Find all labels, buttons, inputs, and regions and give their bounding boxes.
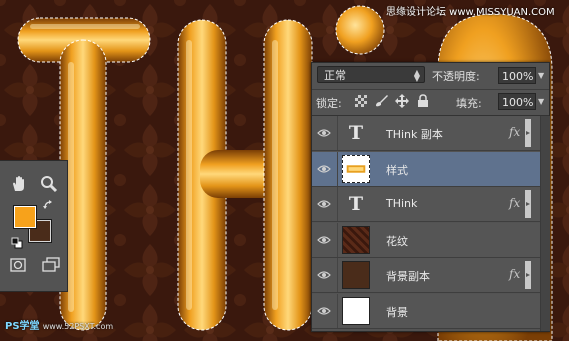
blend-opacity-row: 正常 ▲ ▼ 不透明度: 100% ▼: [312, 63, 549, 90]
layer-row[interactable]: 背景副本 fx: [312, 258, 540, 293]
divider: [337, 293, 338, 328]
layer-name[interactable]: THink: [386, 197, 417, 210]
screen-mode-icon[interactable]: [42, 257, 60, 273]
divider: [337, 187, 338, 221]
layer-name[interactable]: 花纹: [386, 233, 408, 249]
swap-colors-icon[interactable]: [43, 199, 55, 211]
lock-move-icon[interactable]: [395, 94, 409, 108]
opacity-input[interactable]: 100%: [498, 67, 536, 84]
effects-expand-icon[interactable]: [524, 119, 532, 147]
watermark-site-label: www.52PSXT.com: [42, 322, 114, 331]
eye-visibility-icon[interactable]: [317, 197, 331, 211]
text-layer-icon[interactable]: T: [342, 119, 370, 147]
layer-row[interactable]: T THink 副本 fx: [312, 116, 540, 151]
layer-thumbnail-pattern[interactable]: [342, 225, 370, 254]
layer-row[interactable]: 背景: [312, 293, 540, 329]
layer-row[interactable]: 样式: [312, 151, 540, 187]
fx-effects-icon[interactable]: fx: [509, 196, 520, 210]
opacity-dropdown-icon[interactable]: ▼: [538, 67, 547, 84]
layers-panel: 正常 ▲ ▼ 不透明度: 100% ▼ 锁定: 填充: 100% ▼ T THi…: [311, 62, 550, 332]
fill-input[interactable]: 100%: [498, 93, 536, 110]
fx-effects-icon[interactable]: fx: [509, 125, 520, 139]
effects-expand-icon[interactable]: [524, 190, 532, 218]
divider: [337, 151, 338, 186]
layer-name[interactable]: 背景: [386, 304, 408, 320]
text-layer-icon[interactable]: T: [342, 190, 370, 218]
divider: [337, 222, 338, 257]
default-colors-icon[interactable]: [11, 237, 23, 249]
divider: [337, 258, 338, 292]
layers-scrollbar[interactable]: [540, 116, 550, 331]
watermark-top: 思缘设计论坛 www.MISSYUAN.COM: [386, 7, 555, 18]
opacity-label: 不透明度:: [432, 70, 480, 83]
lock-transparent-icon[interactable]: [354, 94, 368, 108]
lock-brush-icon[interactable]: [374, 94, 388, 108]
effects-expand-icon[interactable]: [524, 261, 532, 289]
eye-visibility-icon[interactable]: [317, 304, 331, 318]
layer-name[interactable]: THink 副本: [386, 126, 443, 142]
lock-fill-row: 锁定: 填充: 100% ▼: [312, 90, 549, 116]
layer-row[interactable]: 花纹: [312, 222, 540, 258]
fx-effects-icon[interactable]: fx: [509, 267, 520, 281]
watermark-bottom: PS学堂 www.52PSXT.com: [5, 317, 113, 332]
blend-mode-value: 正常: [324, 69, 346, 82]
watermark-ps-label: PS学堂: [5, 321, 40, 332]
fill-label: 填充:: [456, 97, 482, 110]
eye-visibility-icon[interactable]: [317, 126, 331, 140]
eye-visibility-icon[interactable]: [317, 162, 331, 176]
eye-visibility-icon[interactable]: [317, 233, 331, 247]
layer-thumbnail-white[interactable]: [342, 296, 370, 325]
hand-tool-icon[interactable]: [10, 175, 28, 193]
layer-name[interactable]: 背景副本: [386, 268, 430, 284]
blend-mode-select[interactable]: 正常 ▲ ▼: [317, 66, 425, 83]
down-arrow-icon: ▼: [413, 74, 420, 83]
layer-thumbnail-style[interactable]: [342, 154, 370, 183]
fill-dropdown-icon[interactable]: ▼: [538, 93, 547, 110]
lock-all-icon[interactable]: [416, 94, 430, 108]
layer-thumbnail-brown[interactable]: [342, 261, 370, 289]
quick-mask-icon[interactable]: [10, 258, 26, 272]
eye-visibility-icon[interactable]: [317, 268, 331, 282]
foreground-color-swatch[interactable]: [13, 205, 37, 229]
zoom-tool-icon[interactable]: [40, 175, 58, 193]
layer-row[interactable]: T THink fx: [312, 187, 540, 222]
lock-label: 锁定:: [316, 97, 342, 110]
divider: [337, 116, 338, 150]
layer-name[interactable]: 样式: [386, 162, 408, 178]
